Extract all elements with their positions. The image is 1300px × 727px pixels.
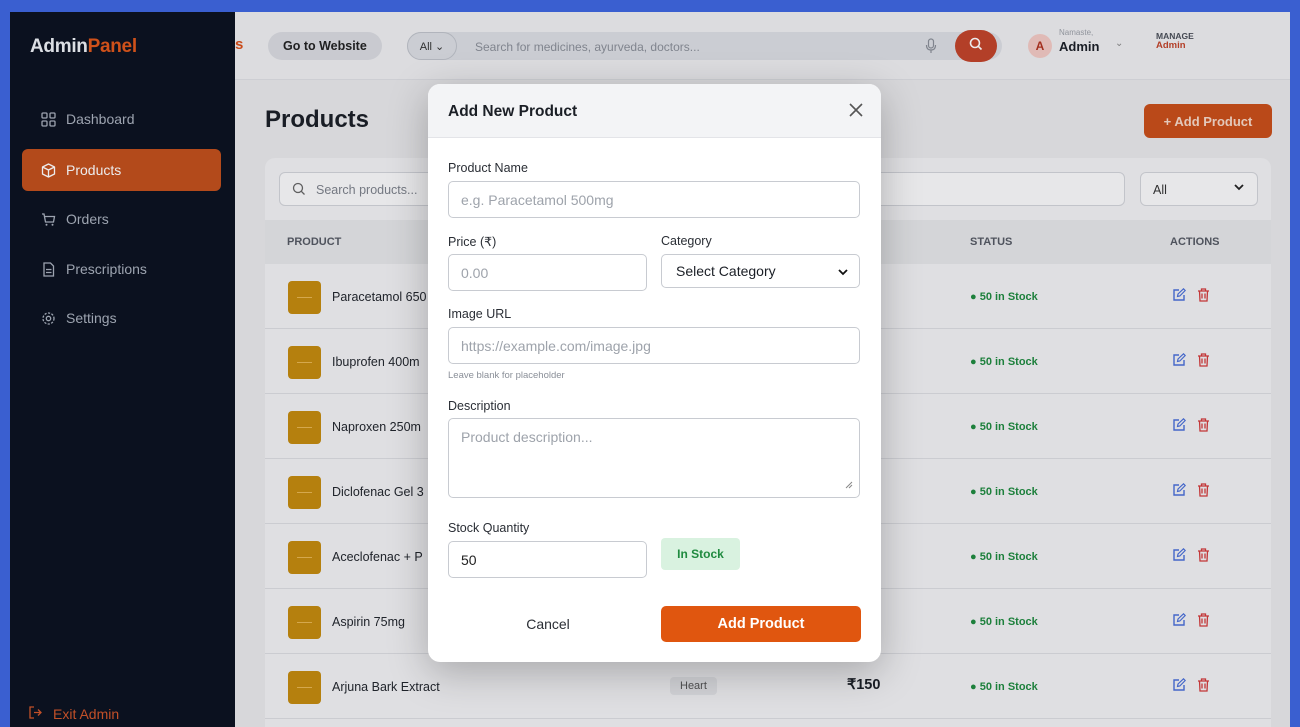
modal-title: Add New Product — [448, 103, 578, 120]
resize-handle-icon[interactable] — [845, 476, 853, 492]
description-textarea[interactable]: Product description... — [448, 418, 860, 498]
stock-quantity-label: Stock Quantity — [448, 521, 530, 535]
stock-quantity-field[interactable]: 50 — [448, 541, 647, 578]
image-url-hint: Leave blank for placeholder — [448, 370, 565, 381]
image-url-field[interactable]: https://example.com/image.jpg — [448, 327, 860, 364]
stock-status-badge: In Stock — [661, 538, 740, 570]
image-url-label: Image URL — [448, 307, 512, 321]
category-label: Category — [661, 234, 712, 248]
description-label: Description — [448, 399, 511, 413]
add-product-submit-button[interactable]: Add Product — [661, 606, 861, 642]
product-name-field[interactable]: e.g. Paracetamol 500mg — [448, 181, 860, 218]
chevron-down-icon — [837, 265, 849, 281]
price-field[interactable]: 0.00 — [448, 254, 647, 291]
cancel-button[interactable]: Cancel — [448, 606, 648, 642]
modal-header: Add New Product — [428, 84, 881, 138]
product-name-label: Product Name — [448, 161, 528, 175]
category-select[interactable]: Select Category — [661, 254, 860, 288]
price-label: Price (₹) — [448, 235, 497, 249]
add-product-modal: Add New Product Product Name e.g. Parace… — [428, 84, 881, 662]
close-icon[interactable] — [846, 100, 866, 120]
